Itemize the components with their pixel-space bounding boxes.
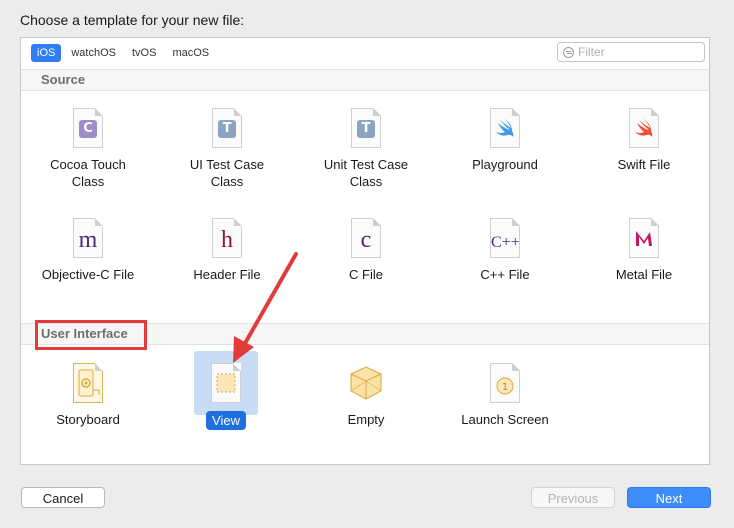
annotation-arrow xyxy=(233,252,298,363)
next-button[interactable]: Next xyxy=(627,487,711,508)
previous-button[interactable]: Previous xyxy=(531,487,615,508)
cancel-button[interactable]: Cancel xyxy=(21,487,105,508)
